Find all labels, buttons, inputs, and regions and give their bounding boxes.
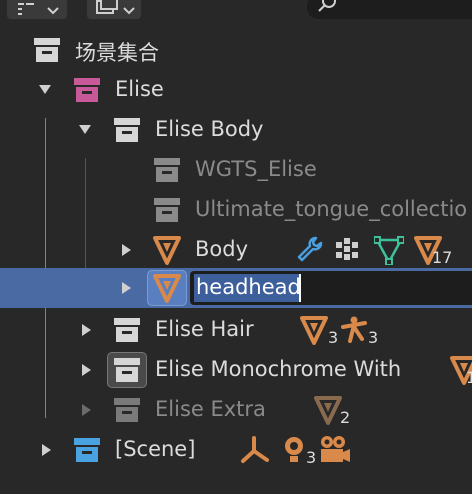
display-mode-icon bbox=[95, 0, 119, 19]
outliner-row-scene[interactable]: [Scene] 3 bbox=[0, 430, 472, 470]
expand-arrow[interactable] bbox=[82, 404, 91, 416]
expand-arrow[interactable] bbox=[82, 324, 91, 336]
search-icon bbox=[317, 0, 337, 17]
collection-icon bbox=[73, 437, 101, 467]
text-cursor bbox=[299, 274, 301, 302]
chevron-down-icon bbox=[123, 1, 135, 20]
scene-collection-row[interactable]: 场景集合 bbox=[0, 30, 472, 70]
child-count: 2 bbox=[340, 408, 351, 427]
expand-arrow[interactable] bbox=[42, 444, 51, 456]
vertex-groups-icon[interactable] bbox=[334, 236, 362, 266]
row-label: Ultimate_tongue_collectio bbox=[195, 197, 468, 221]
collection-icon bbox=[113, 357, 141, 387]
expand-arrow[interactable] bbox=[82, 364, 91, 376]
display-mode-button[interactable] bbox=[86, 0, 142, 20]
mesh-data-icon[interactable] bbox=[373, 235, 405, 269]
light-bulb-icon[interactable] bbox=[282, 435, 306, 469]
mesh-object-icon bbox=[153, 273, 181, 307]
wrench-modifier-icon[interactable] bbox=[296, 235, 324, 267]
outliner-row-wgts-elise[interactable]: WGTS_Elise bbox=[0, 150, 472, 190]
outliner-row-elise-extra[interactable]: Elise Extra 2 bbox=[0, 390, 472, 430]
child-count: 3 bbox=[306, 448, 317, 467]
mesh-object-icon[interactable] bbox=[314, 395, 342, 429]
row-label: Elise bbox=[115, 77, 164, 101]
row-label: Elise Hair bbox=[155, 317, 254, 341]
mesh-object-icon[interactable] bbox=[300, 315, 328, 349]
empty-axes-icon[interactable] bbox=[240, 436, 270, 468]
outliner-row-elise[interactable]: Elise bbox=[0, 70, 472, 110]
expand-arrow[interactable] bbox=[122, 244, 131, 256]
child-count: 1 bbox=[466, 368, 472, 387]
camera-icon[interactable] bbox=[318, 435, 352, 469]
outliner-row-body[interactable]: Body 17 bbox=[0, 230, 472, 270]
row-label: Elise Body bbox=[155, 117, 264, 141]
row-label: [Scene] bbox=[115, 437, 196, 461]
outliner-row-elise-body[interactable]: Elise Body bbox=[0, 110, 472, 150]
collection-icon bbox=[153, 197, 181, 227]
collection-icon bbox=[73, 77, 101, 107]
collection-icon bbox=[33, 37, 61, 67]
child-count: 17 bbox=[432, 248, 453, 267]
outliner-row-headhead[interactable]: headhead bbox=[0, 268, 472, 308]
child-count: 3 bbox=[368, 328, 379, 347]
outliner-row-elise-monochrome[interactable]: Elise Monochrome With 1 bbox=[0, 350, 472, 390]
chevron-down-icon bbox=[47, 1, 59, 20]
armature-icon[interactable] bbox=[340, 315, 368, 347]
collection-icon bbox=[113, 317, 141, 347]
scene-collection-label: 场景集合 bbox=[75, 41, 159, 65]
filter-icon bbox=[17, 1, 37, 20]
collection-icon bbox=[113, 397, 141, 427]
rename-text[interactable]: headhead bbox=[196, 275, 301, 299]
row-label: Body bbox=[195, 237, 249, 261]
outliner-row-ultimate-tongue[interactable]: Ultimate_tongue_collectio bbox=[0, 190, 472, 230]
collection-icon bbox=[113, 117, 141, 147]
row-label: Elise Monochrome With bbox=[155, 357, 402, 381]
mesh-object-icon bbox=[153, 235, 181, 269]
outliner-row-elise-hair[interactable]: Elise Hair 3 3 bbox=[0, 310, 472, 350]
search-field[interactable] bbox=[306, 0, 472, 20]
collapse-arrow[interactable] bbox=[79, 125, 91, 134]
expand-arrow[interactable] bbox=[122, 282, 131, 294]
row-label: WGTS_Elise bbox=[195, 157, 317, 181]
filter-button[interactable] bbox=[6, 0, 68, 20]
child-count: 3 bbox=[328, 328, 339, 347]
row-label: Elise Extra bbox=[155, 397, 266, 421]
collection-icon bbox=[153, 157, 181, 187]
collapse-arrow[interactable] bbox=[39, 85, 51, 94]
